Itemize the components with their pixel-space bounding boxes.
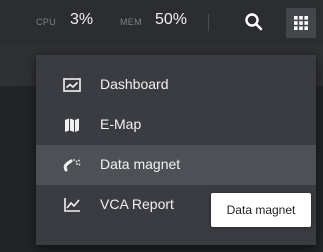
dashboard-icon (63, 78, 81, 92)
tooltip-text: Data magnet (226, 203, 296, 217)
grid-icon (294, 16, 308, 30)
chart-icon (64, 198, 80, 212)
search-button[interactable] (242, 10, 266, 34)
magnet-icon (63, 159, 81, 172)
menu-item-e-map[interactable]: E-Map (36, 105, 316, 145)
cpu-label: CPU (36, 17, 56, 27)
menu-item-label: E-Map (100, 116, 142, 132)
menu-item-label: Data magnet (100, 156, 181, 172)
menu-item-dashboard[interactable]: Dashboard (36, 65, 316, 105)
menu-item-label: VCA Report (100, 196, 174, 212)
cpu-value: 3% (70, 11, 94, 28)
top-bar: CPU 3% MEM 50% (0, 0, 323, 45)
apps-menu-button[interactable] (286, 8, 316, 38)
mem-value: 50% (155, 11, 188, 28)
tooltip: Data magnet (211, 193, 311, 227)
menu-item-label: Dashboard (100, 76, 169, 92)
menu-item-data-magnet[interactable]: Data magnet (36, 145, 316, 185)
search-icon (245, 13, 263, 31)
map-icon (65, 118, 79, 132)
mem-label: MEM (120, 17, 142, 27)
divider (208, 14, 209, 31)
